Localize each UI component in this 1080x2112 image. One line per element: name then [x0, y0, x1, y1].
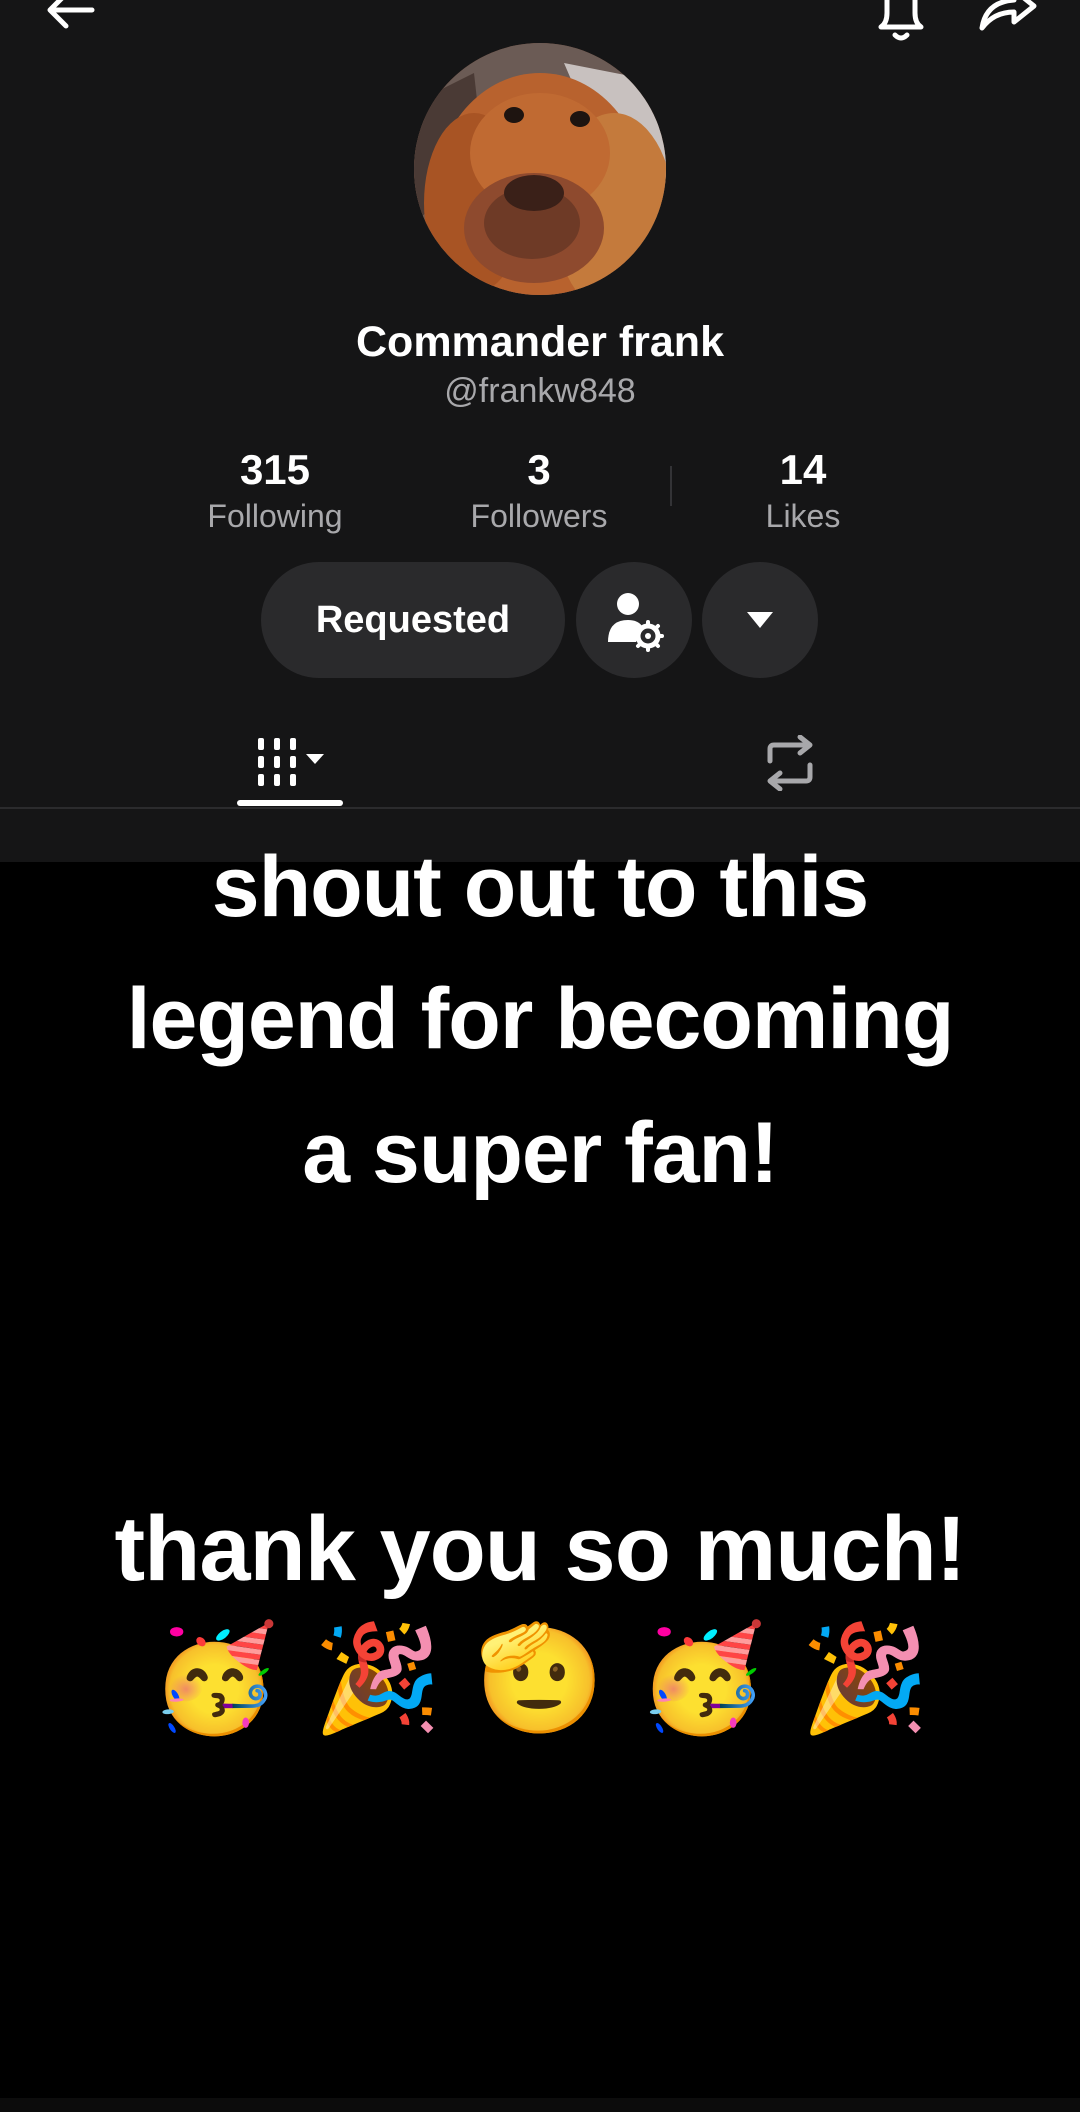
bottom-edge	[0, 2098, 1080, 2112]
manage-account-button[interactable]	[576, 562, 692, 678]
share-button[interactable]	[968, 0, 1048, 40]
following-count: 315	[239, 446, 311, 493]
grid-dropdown-icon	[258, 738, 324, 786]
likes-label: Likes	[765, 498, 841, 534]
celebration-emoji-row: 🥳 🎉 🫡 🥳 🎉	[150, 1617, 930, 1739]
more-options-button[interactable]	[702, 562, 818, 678]
notification-bell-button[interactable]	[866, 0, 936, 50]
display-name: Commander frank	[356, 318, 724, 366]
profile-avatar[interactable]	[414, 43, 666, 295]
caret-down-icon	[747, 612, 773, 628]
following-stat[interactable]: 315 Following	[155, 444, 395, 536]
following-label: Following	[207, 498, 343, 534]
profile-panel: Commander frank @frankw848 315 Following…	[0, 0, 1080, 862]
username-handle: @frankw848	[444, 372, 636, 410]
caption-line-3: a super fan!	[302, 1105, 778, 1201]
tab-reposts[interactable]	[740, 718, 840, 808]
share-arrow-icon	[979, 0, 1037, 31]
bell-icon	[878, 0, 924, 41]
caption-line-2: legend for becoming	[126, 971, 955, 1067]
tab-videos[interactable]	[236, 718, 344, 808]
caption-line-1: shout out to this	[211, 839, 870, 935]
likes-stat[interactable]: 14 Likes	[683, 444, 923, 536]
arrow-left-icon	[47, 0, 95, 29]
active-tab-indicator	[237, 800, 343, 806]
tab-bar-divider	[0, 807, 1080, 809]
followers-stat[interactable]: 3 Followers	[419, 444, 659, 536]
caption-thanks: thank you so much!	[114, 1498, 967, 1600]
followers-label: Followers	[470, 498, 608, 534]
stat-divider	[670, 466, 672, 506]
requested-button[interactable]: Requested	[261, 562, 565, 678]
repost-icon	[767, 735, 813, 791]
likes-count: 14	[779, 446, 827, 493]
back-button[interactable]	[30, 0, 110, 40]
person-gear-icon	[608, 593, 664, 652]
followers-count: 3	[527, 446, 551, 493]
dog-avatar-image	[414, 43, 666, 295]
